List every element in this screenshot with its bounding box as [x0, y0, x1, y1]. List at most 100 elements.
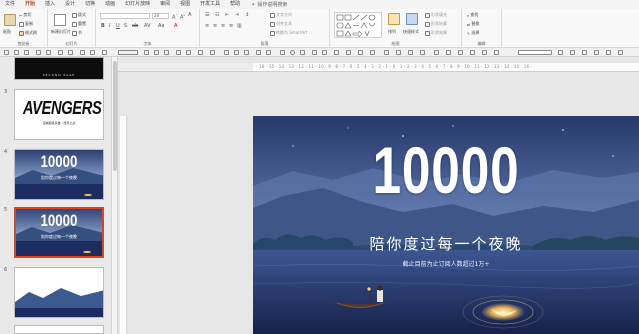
spelling-icon[interactable]: [90, 50, 95, 55]
menu-view[interactable]: 视图: [175, 0, 195, 9]
menu-slideshow[interactable]: 幻灯片放映: [120, 0, 155, 9]
menu-design[interactable]: 设计: [60, 0, 80, 9]
change-case-icon[interactable]: Aa: [158, 23, 164, 29]
arrow-icon[interactable]: [312, 50, 317, 55]
text-direction-button[interactable]: 文字方向: [270, 12, 292, 18]
open-icon[interactable]: [68, 50, 73, 55]
justify-icon[interactable]: ≡: [229, 23, 233, 29]
align-right-icon[interactable]: ≡: [221, 23, 225, 29]
current-slide[interactable]: 10000 陪你度过每一个夜晚 截止目前为止订阅人数超过1万+: [253, 116, 639, 334]
outline-icon[interactable]: [408, 50, 413, 55]
notes-icon[interactable]: [606, 50, 611, 55]
arrange-button[interactable]: 排列: [388, 29, 396, 35]
slide-thumbnail-4[interactable]: 10000 陪你度过每一个夜晚: [14, 149, 104, 200]
slide-thumbnail-5-selected[interactable]: 10000 陪你度过每一个夜晚: [14, 207, 104, 258]
reset-button[interactable]: 重置: [72, 21, 86, 27]
increase-indent-icon[interactable]: ⇥: [235, 12, 239, 18]
font-color-icon[interactable]: A: [174, 23, 177, 29]
align-text-button[interactable]: 对齐文本: [270, 21, 292, 27]
rotate-icon[interactable]: [358, 50, 363, 55]
quick-styles-button[interactable]: 快速样式: [403, 29, 419, 35]
ruler-icon[interactable]: [594, 50, 599, 55]
font-box-mini[interactable]: [118, 50, 138, 55]
find-button[interactable]: ⌕ 查找: [467, 12, 478, 18]
bullets-icon[interactable]: ☰: [205, 12, 209, 18]
save-icon[interactable]: [4, 50, 9, 55]
new-slide-icon[interactable]: [54, 14, 66, 26]
slide-tagline[interactable]: 陪你度过每一个夜晚: [253, 233, 639, 254]
menu-insert[interactable]: 插入: [40, 0, 60, 9]
present-icon[interactable]: [36, 50, 41, 55]
shadow-icon[interactable]: S: [124, 23, 127, 29]
print-icon[interactable]: [80, 50, 85, 55]
chart-icon[interactable]: [176, 50, 181, 55]
menu-file[interactable]: 文件: [0, 0, 20, 9]
eyedropper-icon[interactable]: [434, 50, 439, 55]
clear-format-icon[interactable]: A: [188, 12, 191, 18]
decrease-indent-icon[interactable]: ⇤: [225, 12, 229, 18]
format-painter-button[interactable]: 格式刷: [19, 30, 37, 36]
numbering-icon[interactable]: ☷: [215, 12, 219, 18]
align-left-icon[interactable]: ≡: [205, 23, 209, 29]
rectangle-icon[interactable]: [280, 50, 285, 55]
text-box-icon[interactable]: [144, 50, 149, 55]
shape-effects-button[interactable]: 形状效果: [425, 30, 447, 36]
new-slide-button[interactable]: 新建幻灯片: [51, 29, 71, 35]
slide-subline[interactable]: 截止目前为止订阅人数超过1万+: [253, 259, 639, 268]
fill-icon[interactable]: [396, 50, 401, 55]
shrink-font-icon[interactable]: Av: [180, 12, 185, 21]
select-button[interactable]: ↖ 选择: [467, 30, 479, 36]
zoom-box[interactable]: [518, 50, 552, 55]
copy-button[interactable]: 复制: [19, 21, 33, 27]
highlighter-icon[interactable]: [458, 50, 463, 55]
guides-icon[interactable]: [582, 50, 587, 55]
bring-forward-icon[interactable]: [256, 50, 261, 55]
tell-me-search[interactable]: ✦ 操作说明搜索: [245, 1, 287, 9]
line-icon[interactable]: [300, 50, 305, 55]
thumbnail-scrollbar[interactable]: [111, 57, 118, 334]
italic-icon[interactable]: I: [109, 23, 110, 29]
send-backward-icon[interactable]: [266, 50, 271, 55]
picture-icon[interactable]: [154, 50, 159, 55]
smartart-button[interactable]: 转换为 SmartArt: [270, 30, 307, 36]
pen-mini-icon[interactable]: [446, 50, 451, 55]
section-button[interactable]: 节: [72, 30, 82, 36]
flip-icon[interactable]: [370, 50, 375, 55]
triangle-icon[interactable]: [322, 50, 327, 55]
touch-mode-icon[interactable]: [46, 50, 51, 55]
bold-icon[interactable]: B: [101, 23, 105, 29]
underline-icon[interactable]: U: [116, 23, 120, 29]
redo-icon[interactable]: [24, 50, 29, 55]
slide-thumbnail-7[interactable]: [14, 325, 104, 334]
layout-button[interactable]: 版式: [72, 12, 86, 18]
grid-icon[interactable]: [570, 50, 575, 55]
eraser-icon[interactable]: [470, 50, 475, 55]
quick-styles-icon[interactable]: [406, 13, 418, 25]
link-icon[interactable]: [198, 50, 203, 55]
menu-transitions[interactable]: 切换: [80, 0, 100, 9]
menu-developer[interactable]: 开发工具: [195, 0, 225, 9]
crop-icon[interactable]: [384, 50, 389, 55]
strikethrough-icon[interactable]: ab: [132, 23, 138, 29]
ellipse-icon[interactable]: [290, 50, 295, 55]
callout-icon[interactable]: [346, 50, 351, 55]
cut-button[interactable]: ✂ 剪切: [19, 12, 31, 18]
shapes-gallery[interactable]: [334, 12, 382, 38]
slide-thumbnail-3[interactable]: AVENGERS 漫威超级英雄 · 终局之战: [14, 89, 104, 140]
star-icon[interactable]: [334, 50, 339, 55]
paste-button[interactable]: 粘贴: [3, 29, 11, 35]
font-size-box[interactable]: 28: [152, 13, 169, 19]
line-spacing-icon[interactable]: ↕: [245, 12, 249, 18]
columns-icon[interactable]: ▥: [237, 23, 242, 29]
slide-headline-number[interactable]: 10000: [295, 134, 596, 206]
effects-mini-icon[interactable]: [420, 50, 425, 55]
paste-icon[interactable]: [4, 14, 16, 26]
slide-thumbnail-6[interactable]: [14, 267, 104, 318]
group-icon[interactable]: [234, 50, 239, 55]
comment-icon[interactable]: [210, 50, 215, 55]
menu-review[interactable]: 审阅: [155, 0, 175, 9]
scrollbar-thumb[interactable]: [113, 61, 117, 171]
table-icon[interactable]: [164, 50, 169, 55]
arrange-icon[interactable]: [388, 13, 400, 25]
align-icon[interactable]: [224, 50, 229, 55]
